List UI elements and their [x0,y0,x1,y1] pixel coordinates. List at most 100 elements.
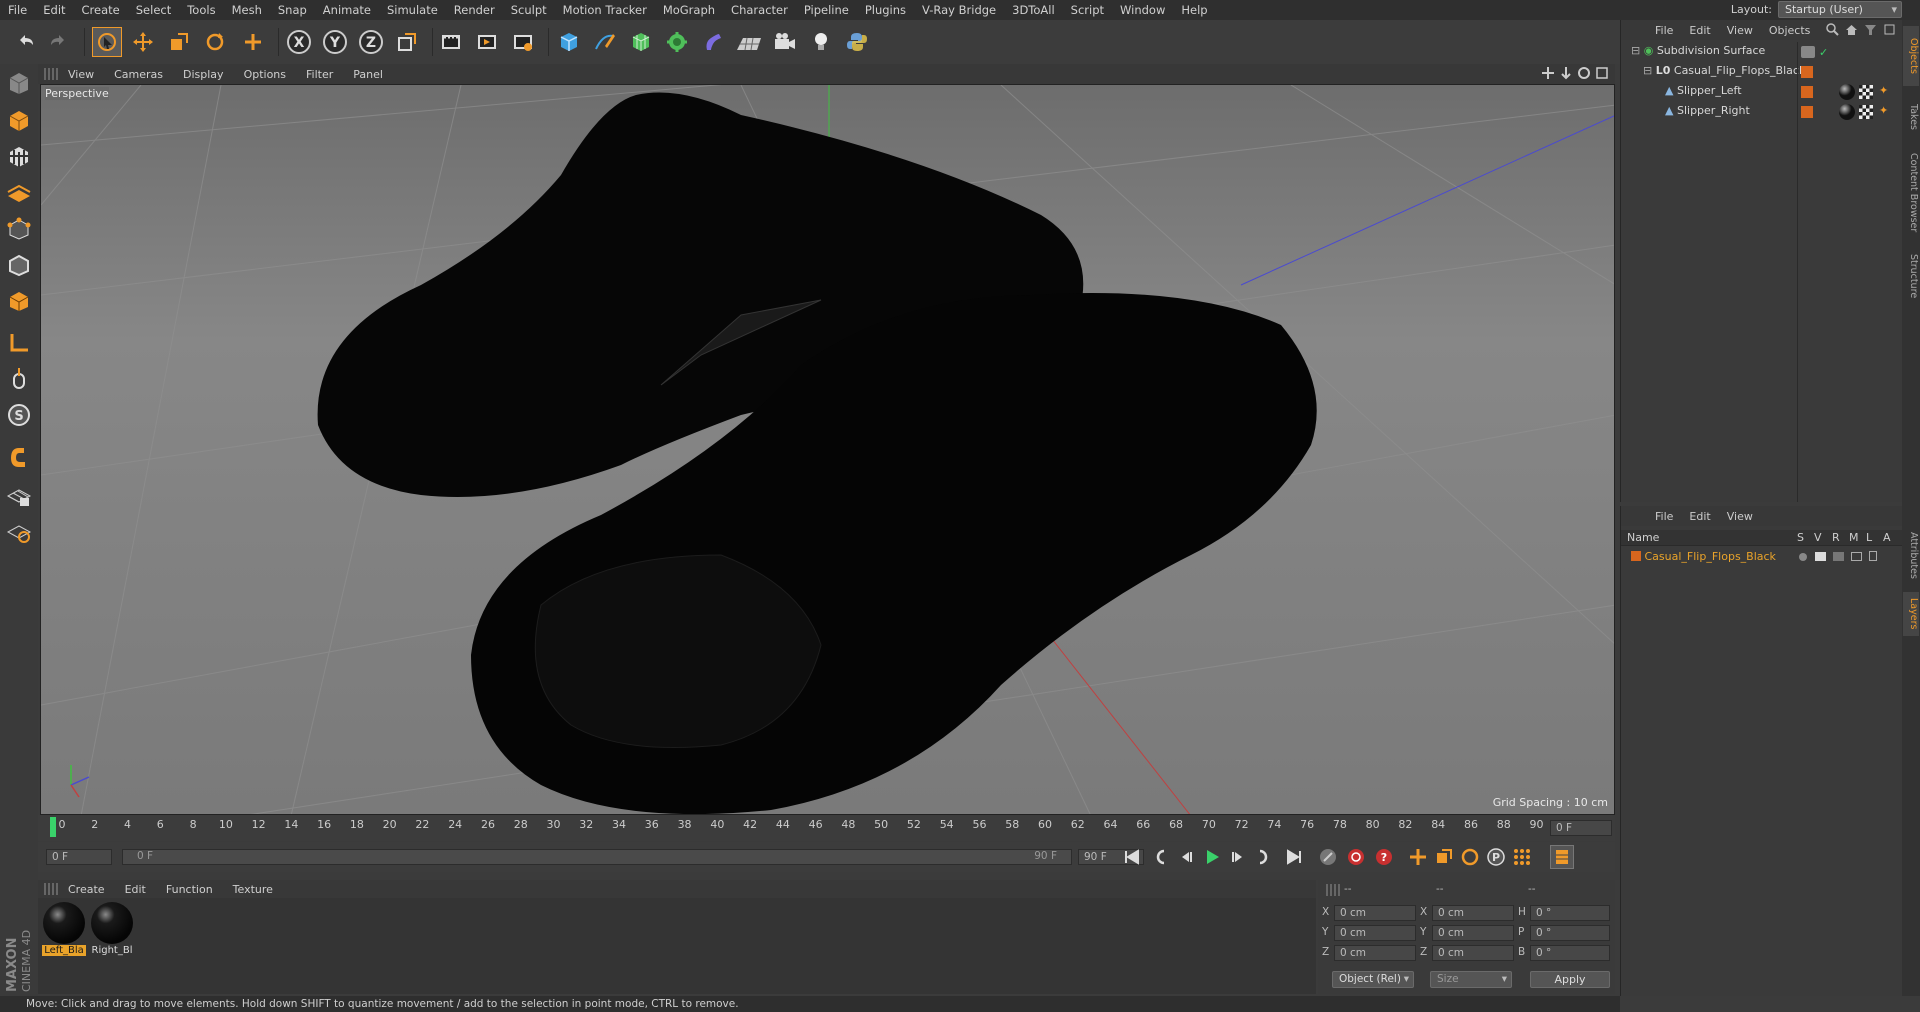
menu-vray-bridge[interactable]: V-Ray Bridge [914,3,1004,17]
z-axis-lock-icon[interactable]: Z [356,27,386,57]
frame-range-slider[interactable]: 0 F 90 F [122,849,1072,865]
menu-pipeline[interactable]: Pipeline [796,3,857,17]
menu-character[interactable]: Character [723,3,796,17]
layers-menu-view[interactable]: View [1719,510,1761,523]
pan-view-icon[interactable] [1541,66,1555,83]
menu-help[interactable]: Help [1173,3,1215,17]
rot-h-field[interactable]: 0 ° [1530,905,1610,921]
magnet-icon[interactable] [4,442,34,472]
pos-y-field[interactable]: 0 cm [1334,925,1416,941]
menu-3dtoall[interactable]: 3DToAll [1004,3,1063,17]
layer-color-swatch[interactable] [1801,106,1813,118]
tab-content-browser[interactable]: Content Browser [1903,148,1919,238]
search-icon[interactable] [1826,23,1839,39]
render-toggle-icon[interactable] [1833,552,1844,561]
layers-menu-edit[interactable]: Edit [1681,510,1718,523]
make-editable-icon[interactable] [4,68,34,98]
next-frame-icon[interactable] [1226,845,1250,869]
maximize-view-icon[interactable] [1595,66,1609,83]
floor-icon[interactable] [734,27,764,57]
home-icon[interactable] [1845,23,1858,39]
menu-snap[interactable]: Snap [270,3,315,17]
model-mode-icon[interactable] [4,106,34,136]
redo-icon[interactable] [44,27,74,57]
pos-z-field[interactable]: 0 cm [1334,945,1416,961]
tab-structure[interactable]: Structure [1903,246,1919,306]
material-menu-edit[interactable]: Edit [115,883,156,896]
rot-b-field[interactable]: 0 ° [1530,945,1610,961]
timeline-window-icon[interactable] [1550,845,1574,869]
material-menu-create[interactable]: Create [58,883,115,896]
filter-icon[interactable] [1864,23,1877,39]
new-window-icon[interactable] [1883,23,1896,39]
snapping-icon[interactable]: S [4,400,34,430]
layer-color-swatch[interactable] [1631,551,1641,561]
menu-plugins[interactable]: Plugins [857,3,914,17]
texture-tag-icon[interactable] [1859,105,1873,119]
y-axis-lock-icon[interactable]: Y [320,27,350,57]
viewport-menu-view[interactable]: View [58,68,104,81]
manager-toggle-icon[interactable] [1851,552,1862,561]
menu-tools[interactable]: Tools [179,3,223,17]
render-settings-icon[interactable] [508,27,538,57]
dolly-view-icon[interactable] [1559,66,1573,83]
python-icon[interactable] [842,27,872,57]
pen-spline-icon[interactable] [590,27,620,57]
material-tag-icon[interactable] [1839,104,1855,120]
objects-menu-objects[interactable]: Objects [1761,24,1819,37]
tweak-mode-icon[interactable] [4,364,34,394]
layers-menu-file[interactable]: File [1647,510,1681,523]
scale-tool-icon[interactable] [164,27,194,57]
subdivision-surface-icon[interactable] [626,27,656,57]
points-mode-icon[interactable] [4,214,34,244]
previous-frame-icon[interactable] [1174,845,1198,869]
go-to-end-icon[interactable] [1282,845,1306,869]
menu-motion-tracker[interactable]: Motion Tracker [555,3,655,17]
go-to-start-icon[interactable] [1120,845,1144,869]
rotate-tool-icon[interactable] [200,27,230,57]
material-menu-texture[interactable]: Texture [223,883,283,896]
menu-mesh[interactable]: Mesh [224,3,270,17]
scale-key-icon[interactable] [1432,845,1456,869]
material-swatch[interactable]: Left_Bla [42,902,86,958]
menu-mograph[interactable]: MoGraph [655,3,723,17]
tab-objects[interactable]: Objects [1903,26,1919,86]
workplane-lock-icon[interactable] [4,480,34,510]
menu-sculpt[interactable]: Sculpt [503,3,555,17]
tab-takes[interactable]: Takes [1903,94,1919,140]
menu-edit[interactable]: Edit [35,3,73,17]
size-z-field[interactable]: 0 cm [1432,945,1514,961]
viewport-menu-filter[interactable]: Filter [296,68,343,81]
objects-menu-view[interactable]: View [1719,24,1761,37]
menu-render[interactable]: Render [446,3,503,17]
layout-dropdown[interactable]: Startup (User) [1778,1,1902,18]
coordinate-mode-dropdown[interactable]: Object (Rel) [1332,971,1414,988]
material-menu-function[interactable]: Function [156,883,223,896]
position-key-icon[interactable] [1406,845,1430,869]
polygons-mode-icon[interactable] [4,286,34,316]
perspective-viewport[interactable]: Perspective Grid Spacing : 10 cm [40,84,1615,815]
playhead[interactable] [50,817,56,837]
texture-mode-icon[interactable] [4,142,34,172]
menu-script[interactable]: Script [1063,3,1112,17]
rotation-key-icon[interactable] [1458,845,1482,869]
point-level-animation-icon[interactable] [1510,845,1534,869]
timeline-ruler[interactable]: 0 2 4 6 8 10 12 14 16 18 20 22 24 26 28 30 32 34 36 38 40 42 4… [38,815,1615,841]
viewport-menu-panel[interactable]: Panel [343,68,393,81]
camera-icon[interactable] [770,27,800,57]
objects-menu-file[interactable]: File [1647,24,1681,37]
object-row[interactable]: ⊟ ◉ Subdivision Surface [1631,42,1901,60]
enabled-check-icon[interactable]: ✓ [1819,46,1828,59]
object-row[interactable]: ⊟ L0 Casual_Flip_Flops_Black [1643,62,1901,80]
workplane-mode-icon[interactable] [4,178,34,208]
axis-mode-icon[interactable] [4,328,34,358]
menu-animate[interactable]: Animate [315,3,379,17]
tab-layers[interactable]: Layers [1903,592,1919,636]
apply-button[interactable]: Apply [1530,971,1610,988]
record-active-objects-icon[interactable] [1316,845,1340,869]
rot-p-field[interactable]: 0 ° [1530,925,1610,941]
size-x-field[interactable]: 0 cm [1432,905,1514,921]
size-y-field[interactable]: 0 cm [1432,925,1514,941]
visible-toggle-icon[interactable] [1815,552,1826,561]
pos-x-field[interactable]: 0 cm [1334,905,1416,921]
